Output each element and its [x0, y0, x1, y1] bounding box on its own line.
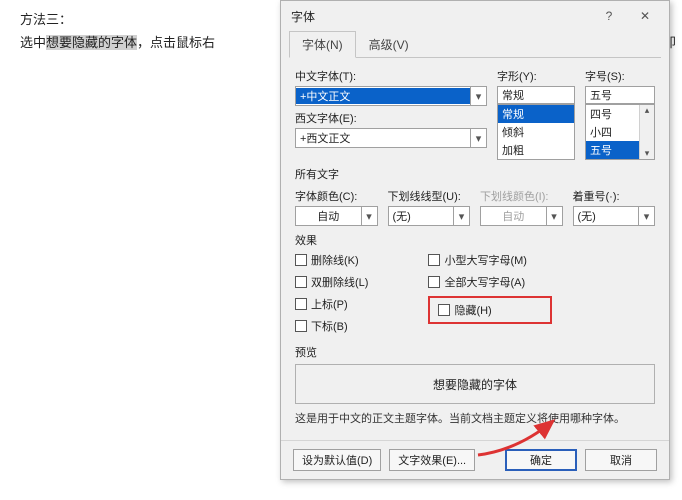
combo-underline[interactable]: (无) ▾: [388, 206, 471, 226]
combo-font-color[interactable]: 自动 ▾: [295, 206, 378, 226]
dialog-title: 字体: [291, 8, 315, 25]
tab-advanced[interactable]: 高级(V): [356, 31, 422, 58]
btn-set-default[interactable]: 设为默认值(D): [293, 449, 381, 471]
label-emphasis: 着重号(·):: [573, 188, 656, 204]
combo-ul-color: 自动 ▾: [480, 206, 563, 226]
tab-font[interactable]: 字体(N): [289, 31, 356, 58]
chk-super[interactable]: 上标(P): [295, 296, 368, 312]
chevron-down-icon[interactable]: ▾: [361, 207, 377, 225]
close-button[interactable]: ✕: [627, 5, 663, 27]
button-bar: 设为默认值(D) 文字效果(E)... 确定 取消: [281, 440, 669, 479]
btn-ok[interactable]: 确定: [505, 449, 577, 471]
preview-note: 这是用于中文的正文主题字体。当前文档主题定义将使用哪种字体。: [295, 410, 655, 426]
btn-cancel[interactable]: 取消: [585, 449, 657, 471]
section-alltext: 所有文字: [295, 166, 655, 182]
label-en-font: 西文字体(E):: [295, 110, 487, 126]
chevron-down-icon: ▾: [546, 207, 562, 225]
label-font-color: 字体颜色(C):: [295, 188, 378, 204]
combo-emphasis[interactable]: (无) ▾: [573, 206, 656, 226]
chk-hidden[interactable]: 隐藏(H): [438, 302, 491, 318]
chevron-down-icon[interactable]: ▾: [453, 207, 469, 225]
titlebar: 字体 ? ✕: [281, 1, 669, 31]
chk-sub[interactable]: 下标(B): [295, 318, 368, 334]
chevron-down-icon[interactable]: ▾: [470, 87, 486, 105]
btn-text-effects[interactable]: 文字效果(E)...: [389, 449, 475, 471]
label-cn-font: 中文字体(T):: [295, 68, 487, 84]
chk-smallcap[interactable]: 小型大写字母(M): [428, 252, 551, 268]
label-style: 字形(Y):: [497, 68, 575, 84]
chk-strike[interactable]: 删除线(K): [295, 252, 368, 268]
list-size[interactable]: 四号 小四 五号 ▴▾: [585, 104, 655, 160]
chk-allcap[interactable]: 全部大写字母(A): [428, 274, 551, 290]
combo-cn-font[interactable]: +中文正文 ▾: [295, 86, 487, 106]
input-style[interactable]: 常规: [497, 86, 575, 104]
tabstrip: 字体(N) 高级(V): [289, 31, 661, 58]
label-underline: 下划线线型(U):: [388, 188, 471, 204]
list-style[interactable]: 常规 倾斜 加粗: [497, 104, 575, 160]
font-dialog: 字体 ? ✕ 字体(N) 高级(V) 中文字体(T): +中文正文 ▾ 西文字体…: [280, 0, 670, 480]
chk-dstrike[interactable]: 双删除线(L): [295, 274, 368, 290]
label-size: 字号(S):: [585, 68, 655, 84]
help-button[interactable]: ?: [591, 5, 627, 27]
chevron-down-icon[interactable]: ▾: [638, 207, 654, 225]
scrollbar[interactable]: ▴▾: [639, 105, 654, 159]
input-size[interactable]: 五号: [585, 86, 655, 104]
section-effects: 效果: [295, 232, 655, 248]
label-ul-color: 下划线颜色(I):: [480, 188, 563, 204]
highlight-hidden: 隐藏(H): [428, 296, 551, 324]
preview-box: 想要隐藏的字体: [295, 364, 655, 404]
section-preview: 预览: [295, 344, 655, 360]
chevron-down-icon[interactable]: ▾: [470, 129, 486, 147]
combo-en-font[interactable]: +西文正文 ▾: [295, 128, 487, 148]
doc-selection: 想要隐藏的字体: [46, 35, 137, 50]
